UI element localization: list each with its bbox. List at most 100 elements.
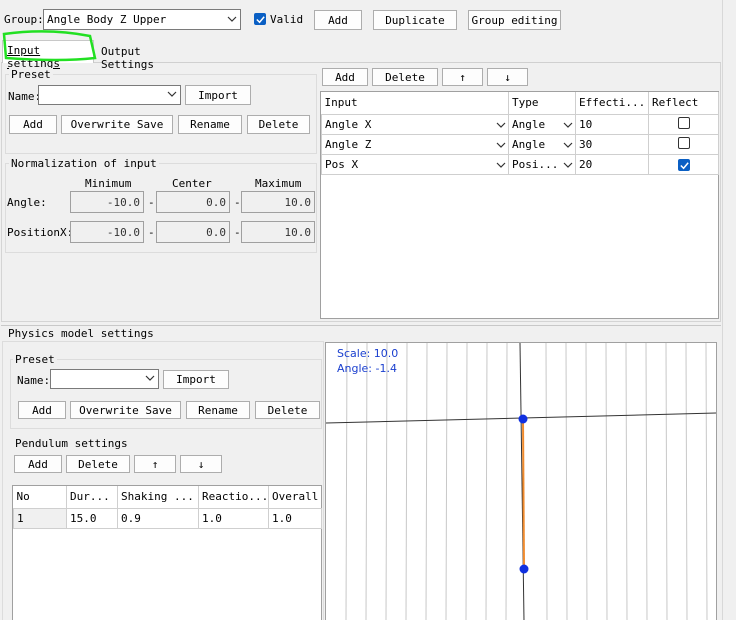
angle-row-label: Angle: [7,196,47,209]
physics-preset-overwrite-button[interactable]: Overwrite Save [70,401,181,419]
duration-cell[interactable]: 15.0 [66,507,118,529]
pendulum-delete-button[interactable]: Delete [66,455,130,473]
range-separator: - [148,226,155,239]
range-separator: - [234,226,241,239]
col-header-shaking[interactable]: Shaking ... [117,486,199,509]
chevron-down-icon [227,16,237,22]
col-header-effect[interactable]: Effecti... [575,92,649,115]
preview-grid [326,343,716,620]
col-header-input[interactable]: Input [321,92,509,115]
effect-cell[interactable]: 10 [575,113,649,135]
table-row[interactable]: Angle X Angle 10 [321,113,719,135]
group-select[interactable]: Angle Body Z Upper [43,9,241,30]
input-cell-value: Angle X [325,117,372,131]
physics-preset-rename-button[interactable]: Rename [186,401,250,419]
table-row[interactable]: Angle Z Angle 30 [321,133,719,155]
physics-preset-import-button[interactable]: Import [163,370,229,389]
input-preset-add-button[interactable]: Add [9,115,57,134]
reflect-checkbox[interactable] [677,158,690,171]
input-preset-import-button[interactable]: Import [185,85,251,105]
reflect-cell [648,133,719,155]
chevron-down-icon [496,142,506,148]
input-table-header: Input Type Effecti... Reflect [321,92,719,115]
input-preset-rename-button[interactable]: Rename [178,115,242,134]
chevron-down-icon [167,91,177,97]
normalization-col-min: Minimum [85,177,132,190]
group-editing-button[interactable]: Group editing [468,10,561,30]
type-cell-value: Posi... [512,157,559,171]
input-cell[interactable]: Pos X [321,153,509,175]
pendulum-move-up-button[interactable]: ↑ [134,455,176,473]
tab-output-settings[interactable]: Output Settings [94,43,194,71]
reaction-cell[interactable]: 1.0 [198,507,269,529]
input-cell-value: Angle Z [325,137,372,151]
normalization-col-max: Maximum [255,177,302,190]
duplicate-button[interactable]: Duplicate [373,10,457,30]
no-cell: 1 [13,507,67,529]
input-cell[interactable]: Angle X [321,113,509,135]
input-preset-name-select[interactable] [38,85,181,105]
input-preset-overwrite-button[interactable]: Overwrite Save [61,115,173,134]
physics-preview-canvas[interactable]: Scale: 10.0 Angle: -1.4 [325,342,717,620]
angle-max-field[interactable]: 10.0 [241,191,315,213]
chevron-down-icon [496,122,506,128]
chevron-down-icon [563,162,573,168]
effect-cell[interactable]: 20 [575,153,649,175]
positionx-min-field[interactable]: -10.0 [70,221,144,243]
input-cell[interactable]: Angle Z [321,133,509,155]
col-header-reflect[interactable]: Reflect [648,92,719,115]
reflect-checkbox[interactable] [677,136,690,149]
type-cell[interactable]: Angle [508,133,576,155]
chevron-down-icon [563,122,573,128]
input-move-up-button[interactable]: ↑ [442,68,483,86]
input-delete-button[interactable]: Delete [372,68,438,86]
pendulum-move-down-button[interactable]: ↓ [180,455,222,473]
physics-preset-name-select[interactable] [50,369,159,389]
scale-readout: Scale: 10.0 [337,347,399,360]
reflect-cell [648,113,719,135]
chevron-down-icon [145,375,155,381]
group-label: Group: [4,13,44,26]
group-select-value: Angle Body Z Upper [47,13,167,26]
col-header-no[interactable]: No [13,486,67,509]
col-header-overall[interactable]: Overall [268,486,322,509]
pendulum-settings-title: Pendulum settings [15,437,128,450]
physics-title: Physics model settings [8,327,154,340]
physics-preset-add-button[interactable]: Add [18,401,66,419]
type-cell[interactable]: Angle [508,113,576,135]
pendulum-table: No Dur... Shaking ... Reactio... Overall… [13,486,322,529]
valid-checkbox[interactable] [254,13,266,25]
check-icon [679,161,689,169]
pendulum-pivot-node [518,414,528,424]
col-header-duration[interactable]: Dur... [66,486,118,509]
type-cell[interactable]: Posi... [508,153,576,175]
reflect-cell [648,153,719,175]
input-add-button[interactable]: Add [322,68,368,86]
col-header-reaction[interactable]: Reactio... [198,486,269,509]
pendulum-weight-node [519,564,529,574]
table-row[interactable]: 1 15.0 0.9 1.0 1.0 [13,507,322,529]
highlight-marker [2,30,97,62]
pendulum-add-button[interactable]: Add [14,455,62,473]
effect-cell[interactable]: 30 [575,133,649,155]
type-cell-value: Angle [512,137,546,151]
physics-preset-delete-button[interactable]: Delete [255,401,320,419]
chevron-down-icon [496,162,506,168]
col-header-type[interactable]: Type [508,92,576,115]
physics-preset-title: Preset [13,353,57,366]
table-row[interactable]: Pos X Posi... 20 [321,153,719,175]
input-preset-title: Preset [9,68,53,81]
input-move-down-button[interactable]: ↓ [487,68,528,86]
reflect-checkbox[interactable] [677,116,690,129]
overall-cell[interactable]: 1.0 [268,507,322,529]
shaking-cell[interactable]: 0.9 [117,507,199,529]
input-table: Input Type Effecti... Reflect Angle X An… [321,92,719,175]
angle-min-field[interactable]: -10.0 [70,191,144,213]
angle-center-field[interactable]: 0.0 [156,191,230,213]
valid-label: Valid [270,13,304,26]
input-preset-delete-button[interactable]: Delete [247,115,310,134]
positionx-max-field[interactable]: 10.0 [241,221,315,243]
positionx-center-field[interactable]: 0.0 [156,221,230,243]
pendulum-arm [522,418,525,570]
add-group-button[interactable]: Add [314,10,362,30]
